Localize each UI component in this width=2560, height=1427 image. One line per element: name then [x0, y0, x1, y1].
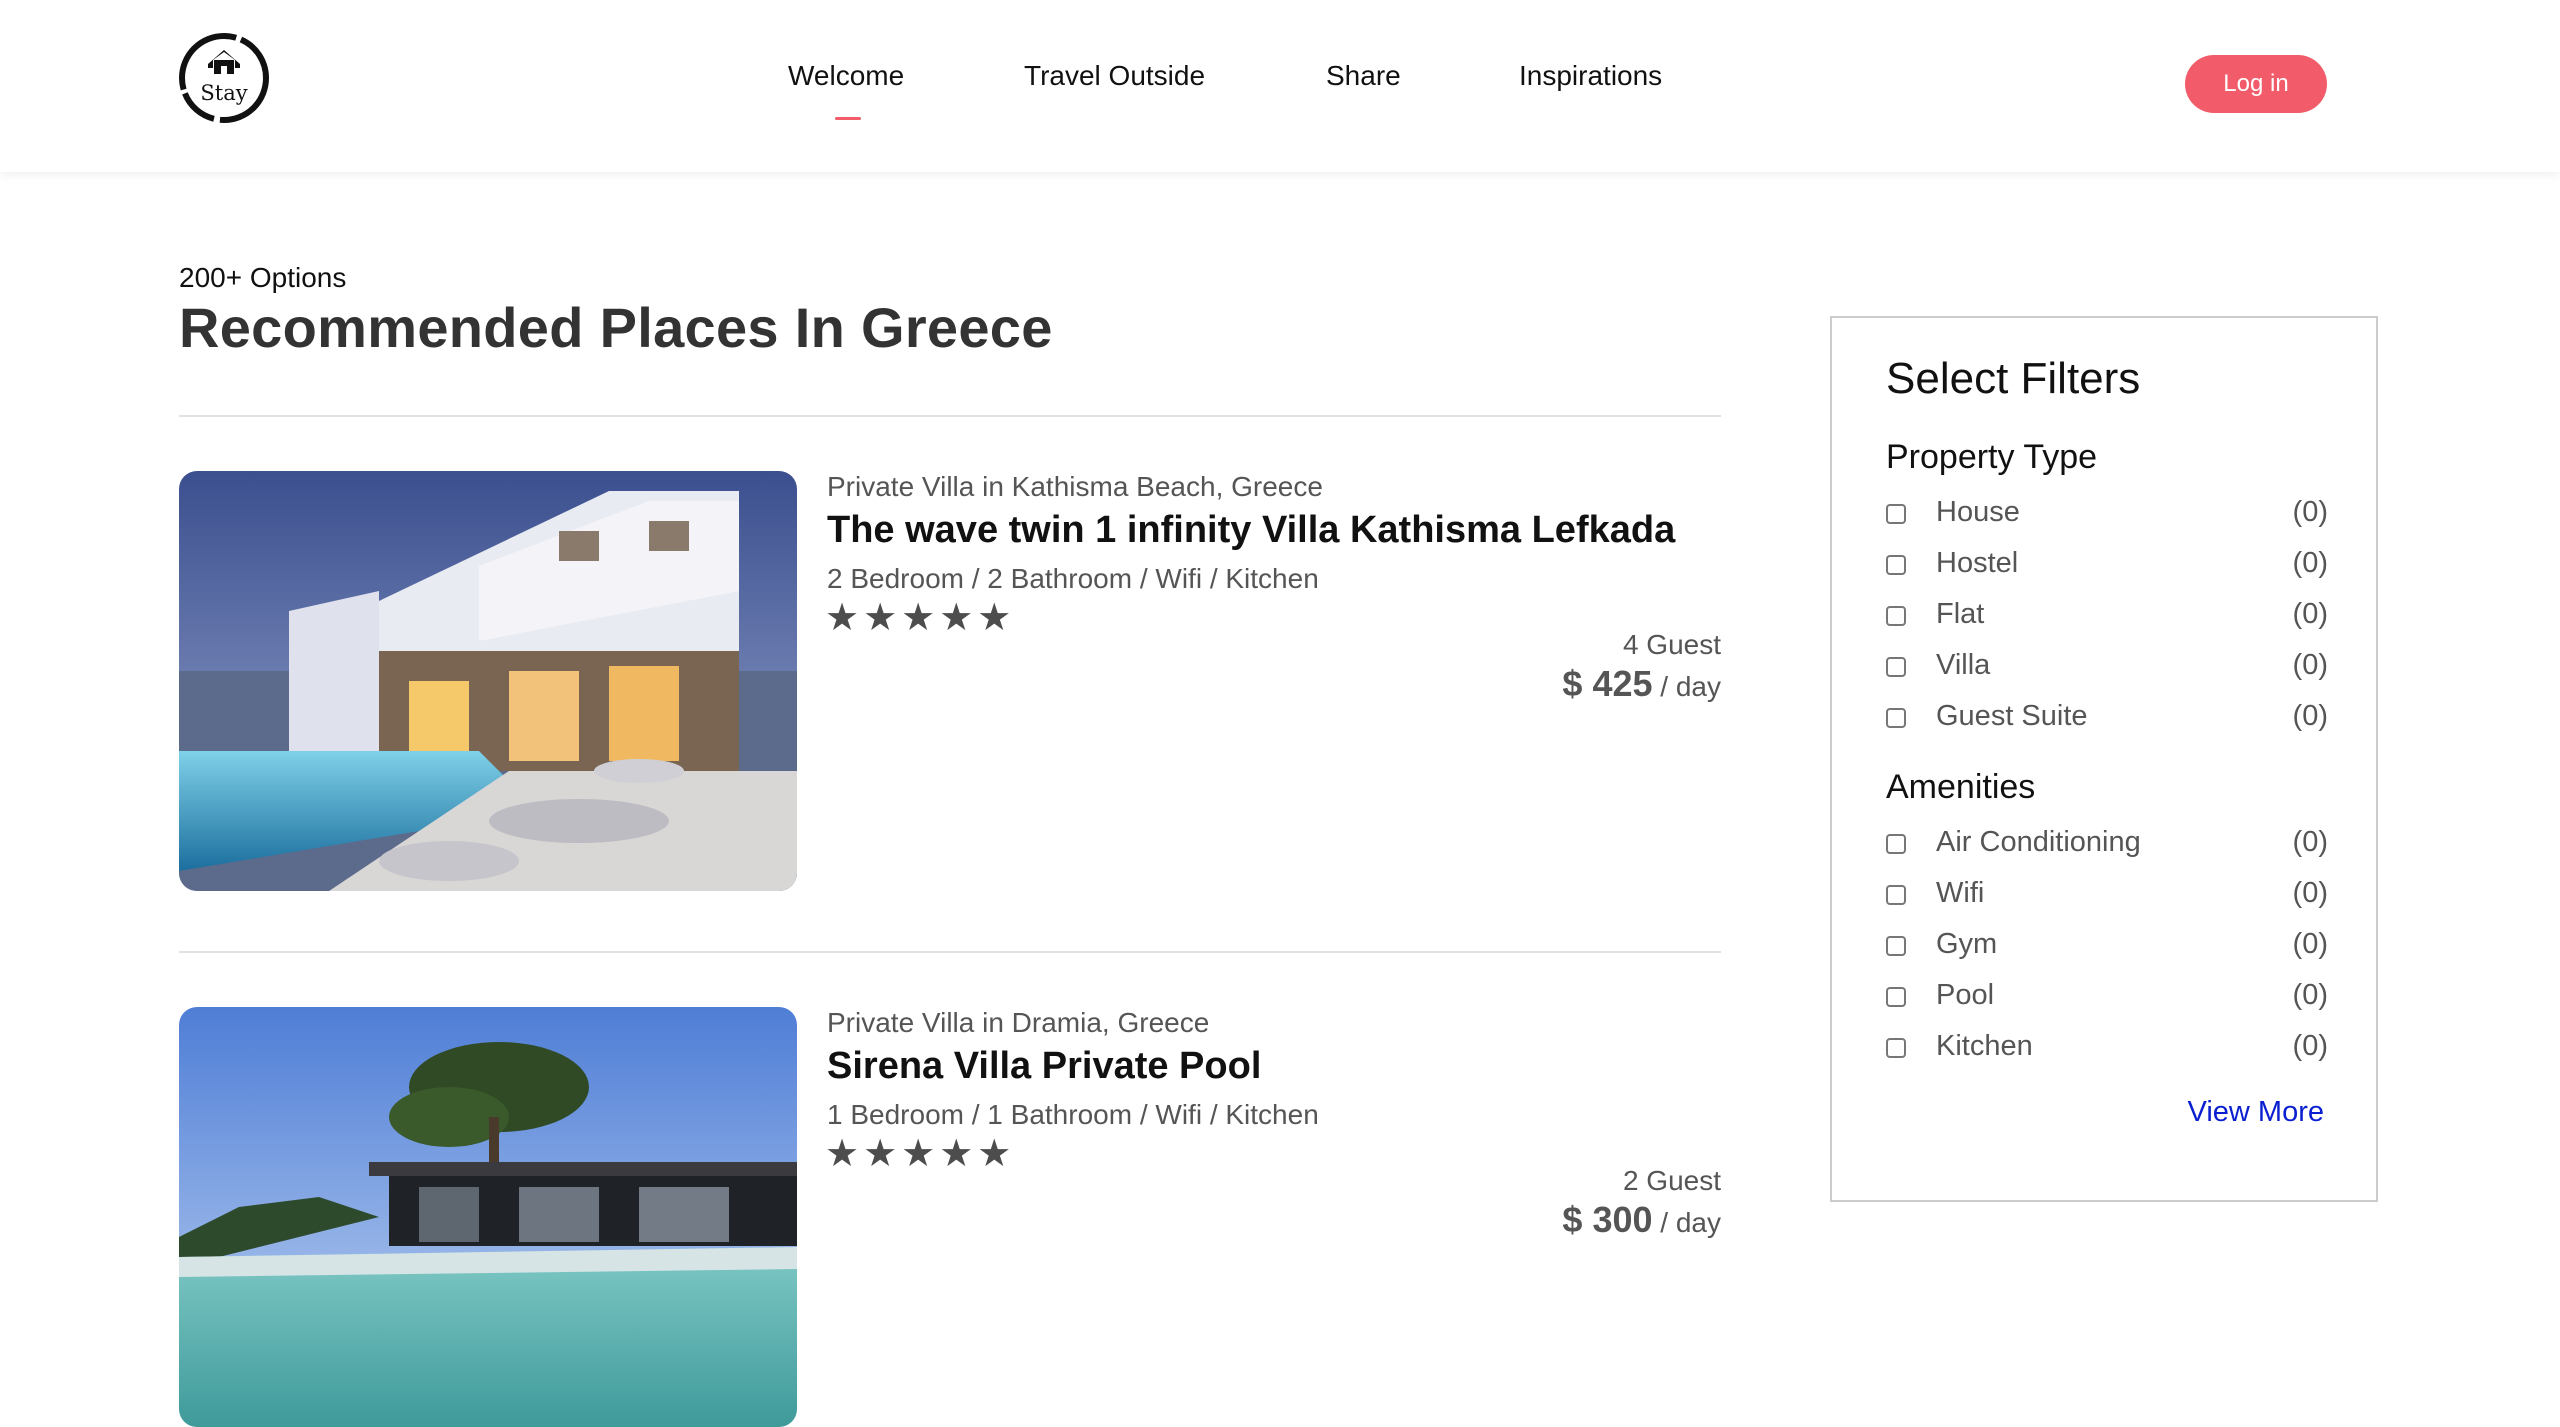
filter-label: Pool [1936, 979, 1995, 1011]
filter-house[interactable]: House (0) [1886, 496, 2328, 536]
stay-logo[interactable]: Stay [176, 30, 272, 126]
star-rating: ★★★★★ [825, 1133, 1016, 1175]
checkbox[interactable] [1886, 936, 1906, 956]
filter-count: (0) [2292, 598, 2328, 630]
nav-share[interactable]: Share [1326, 60, 1401, 92]
page-title: Recommended Places In Greece [179, 296, 1053, 359]
divider [179, 951, 1721, 953]
filter-label: Gym [1936, 928, 1998, 960]
filters-panel: Select Filters Property Type House (0) H… [1830, 316, 2378, 1202]
filter-count: (0) [2292, 928, 2328, 960]
listing-card[interactable]: Private Villa in Kathisma Beach, Greece … [179, 471, 1721, 891]
listing-location: Private Villa in Dramia, Greece [827, 1007, 1210, 1038]
filter-label: Flat [1936, 598, 1985, 630]
filter-kitchen[interactable]: Kitchen (0) [1886, 1030, 2328, 1070]
active-nav-indicator [835, 117, 861, 120]
filter-label: Wifi [1936, 877, 1985, 909]
view-more-link[interactable]: View More [2188, 1096, 2324, 1129]
filter-label: Guest Suite [1936, 700, 2088, 732]
price-amount: $ 300 [1562, 1199, 1653, 1240]
filter-air-conditioning[interactable]: Air Conditioning (0) [1886, 826, 2328, 866]
nav-inspirations[interactable]: Inspirations [1519, 60, 1662, 92]
listing-price: $ 300 / day [1562, 1199, 1721, 1241]
filter-guest-suite[interactable]: Guest Suite (0) [1886, 700, 2328, 740]
filter-label: Hostel [1936, 547, 2019, 579]
filter-wifi[interactable]: Wifi (0) [1886, 877, 2328, 917]
options-count: 200+ Options [179, 262, 347, 293]
filter-count: (0) [2292, 826, 2328, 858]
filters-title: Select Filters [1886, 354, 2141, 403]
filter-label: Air Conditioning [1936, 826, 2141, 858]
star-rating: ★★★★★ [825, 597, 1016, 639]
checkbox[interactable] [1886, 708, 1906, 728]
site-header: Stay Welcome Travel Outside Share Inspir… [0, 0, 2560, 172]
filter-villa[interactable]: Villa (0) [1886, 649, 2328, 689]
listing-card[interactable]: Private Villa in Dramia, Greece Sirena V… [179, 1007, 1721, 1427]
amenities-heading: Amenities [1886, 768, 2036, 806]
listing-specs: 1 Bedroom / 1 Bathroom / Wifi / Kitchen [827, 1099, 1319, 1130]
listing-specs: 2 Bedroom / 2 Bathroom / Wifi / Kitchen [827, 563, 1319, 594]
filter-count: (0) [2292, 649, 2328, 681]
price-unit: / day [1652, 1207, 1721, 1238]
filter-flat[interactable]: Flat (0) [1886, 598, 2328, 638]
price-unit: / day [1652, 671, 1721, 702]
filter-count: (0) [2292, 547, 2328, 579]
price-amount: $ 425 [1562, 663, 1653, 704]
filter-count: (0) [2292, 700, 2328, 732]
checkbox[interactable] [1886, 834, 1906, 854]
filter-label: Kitchen [1936, 1030, 2033, 1062]
filter-label: Villa [1936, 649, 1991, 681]
checkbox[interactable] [1886, 555, 1906, 575]
filter-pool[interactable]: Pool (0) [1886, 979, 2328, 1019]
checkbox[interactable] [1886, 657, 1906, 677]
divider [179, 415, 1721, 417]
listing-photo[interactable] [179, 471, 797, 891]
listing-photo[interactable] [179, 1007, 797, 1427]
listing-name[interactable]: Sirena Villa Private Pool [827, 1045, 1261, 1088]
listing-name[interactable]: The wave twin 1 infinity Villa Kathisma … [827, 509, 1675, 552]
guest-count: 4 Guest [1622, 629, 1721, 660]
checkbox[interactable] [1886, 606, 1906, 626]
listing-location: Private Villa in Kathisma Beach, Greece [827, 471, 1323, 502]
filter-hostel[interactable]: Hostel (0) [1886, 547, 2328, 587]
checkbox[interactable] [1886, 987, 1906, 1007]
listing-price: $ 425 / day [1562, 663, 1721, 705]
nav-welcome[interactable]: Welcome [788, 60, 904, 92]
guest-count: 2 Guest [1622, 1165, 1721, 1196]
filter-gym[interactable]: Gym (0) [1886, 928, 2328, 968]
checkbox[interactable] [1886, 504, 1906, 524]
checkbox[interactable] [1886, 885, 1906, 905]
filter-count: (0) [2292, 1030, 2328, 1062]
filter-count: (0) [2292, 877, 2328, 909]
login-button[interactable]: Log in [2185, 55, 2327, 113]
filter-count: (0) [2292, 979, 2328, 1011]
property-type-heading: Property Type [1886, 438, 2098, 476]
checkbox[interactable] [1886, 1038, 1906, 1058]
nav-travel-outside[interactable]: Travel Outside [1024, 60, 1205, 92]
filter-label: House [1936, 496, 2020, 528]
filter-count: (0) [2292, 496, 2328, 528]
svg-text:Stay: Stay [200, 81, 247, 105]
